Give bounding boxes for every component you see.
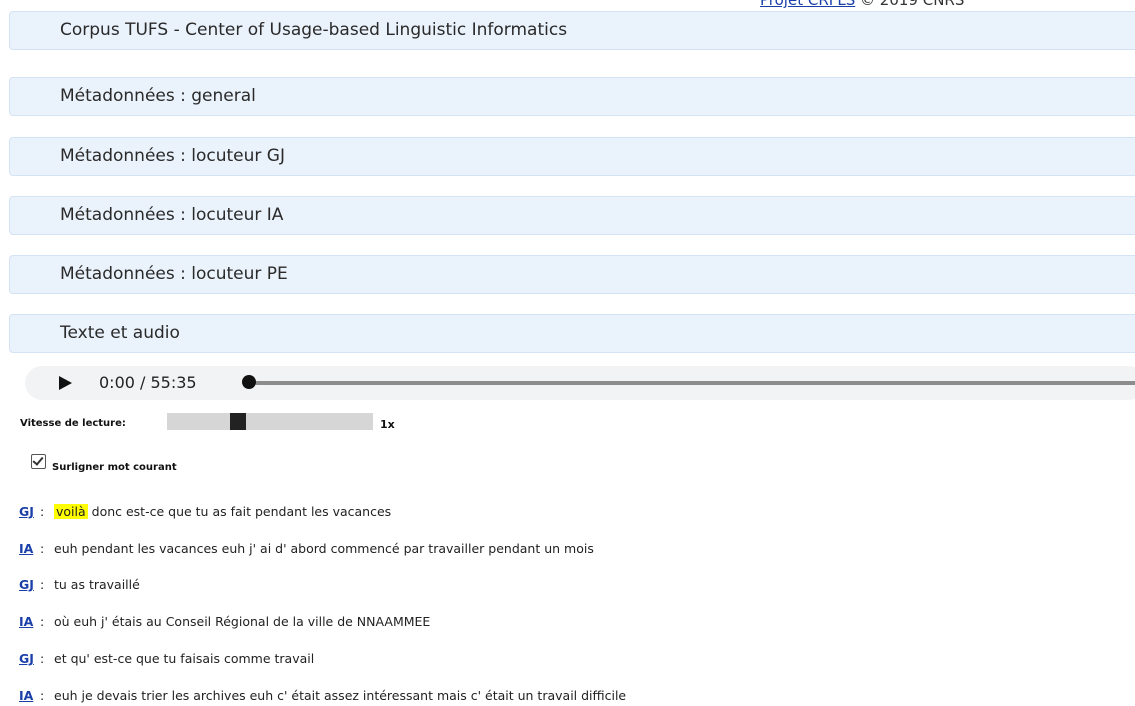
panel-metadata-ia-label: Métadonnées : locuteur IA <box>60 205 284 225</box>
speaker-link[interactable]: IA <box>19 541 40 556</box>
panel-metadata-pe-label: Métadonnées : locuteur PE <box>60 264 288 284</box>
transcript-text: euh je devais trier les archives euh c' … <box>54 688 627 703</box>
audio-progress-thumb[interactable] <box>242 375 256 389</box>
transcript-text: donc est-ce que tu as fait pendant les v… <box>87 504 392 519</box>
speed-slider[interactable] <box>167 413 373 430</box>
check-icon <box>32 454 44 466</box>
transcript-text: où euh j' étais au Conseil Régional de l… <box>54 614 431 629</box>
transcript-line: IA: où euh j' étais au Conseil Régional d… <box>19 614 431 629</box>
panel-text-audio[interactable]: Texte et audio <box>9 314 1135 353</box>
speaker-link[interactable]: GJ <box>19 577 40 592</box>
panel-metadata-gj[interactable]: Métadonnées : locuteur GJ <box>9 137 1135 176</box>
transcript-line: IA: euh je devais trier les archives euh … <box>19 688 627 703</box>
panel-metadata-general-label: Métadonnées : general <box>60 86 256 106</box>
footer-credits: Projet CRFLS © 2019 CNRS <box>760 0 964 9</box>
copyright-text: © 2019 CNRS <box>860 0 965 9</box>
audio-time: 0:00 / 55:35 <box>99 373 197 392</box>
panel-corpus[interactable]: Corpus TUFS - Center of Usage-based Ling… <box>9 11 1135 50</box>
transcript-text: tu as travaillé <box>54 577 140 592</box>
transcript-text: et qu' est-ce que tu faisais comme trava… <box>54 651 315 666</box>
panel-metadata-pe[interactable]: Métadonnées : locuteur PE <box>9 255 1135 294</box>
speaker-link[interactable]: GJ <box>19 504 40 519</box>
audio-progress-track[interactable] <box>255 381 1135 385</box>
highlighted-word[interactable]: voilà <box>54 504 88 519</box>
speaker-link[interactable]: IA <box>19 688 40 703</box>
speed-slider-thumb[interactable] <box>230 413 246 430</box>
panel-metadata-gj-label: Métadonnées : locuteur GJ <box>60 146 285 166</box>
transcript-line: IA: euh pendant les vacances euh j' ai d'… <box>19 541 594 556</box>
highlight-checkbox-label: Surligner mot courant <box>52 462 177 473</box>
transcript-line: GJ: et qu' est-ce que tu faisais comme tr… <box>19 651 315 666</box>
speed-label: Vitesse de lecture: <box>20 418 126 429</box>
transcript-text: euh pendant les vacances euh j' ai d' ab… <box>54 541 594 556</box>
panel-metadata-general[interactable]: Métadonnées : general <box>9 77 1135 116</box>
transcript-line: GJ: voilà donc est-ce que tu as fait pend… <box>19 504 392 519</box>
audio-player: 0:00 / 55:35 <box>25 366 1135 400</box>
panel-metadata-ia[interactable]: Métadonnées : locuteur IA <box>9 196 1135 235</box>
project-link[interactable]: Projet CRFLS <box>760 0 855 9</box>
transcript-line: GJ: tu as travaillé <box>19 577 140 592</box>
panel-corpus-label: Corpus TUFS - Center of Usage-based Ling… <box>60 20 568 40</box>
panel-text-audio-label: Texte et audio <box>60 323 180 343</box>
speaker-link[interactable]: GJ <box>19 651 40 666</box>
highlight-checkbox[interactable] <box>31 454 46 469</box>
speed-value: 1x <box>380 418 395 431</box>
speaker-link[interactable]: IA <box>19 614 40 629</box>
play-icon[interactable] <box>59 376 72 390</box>
